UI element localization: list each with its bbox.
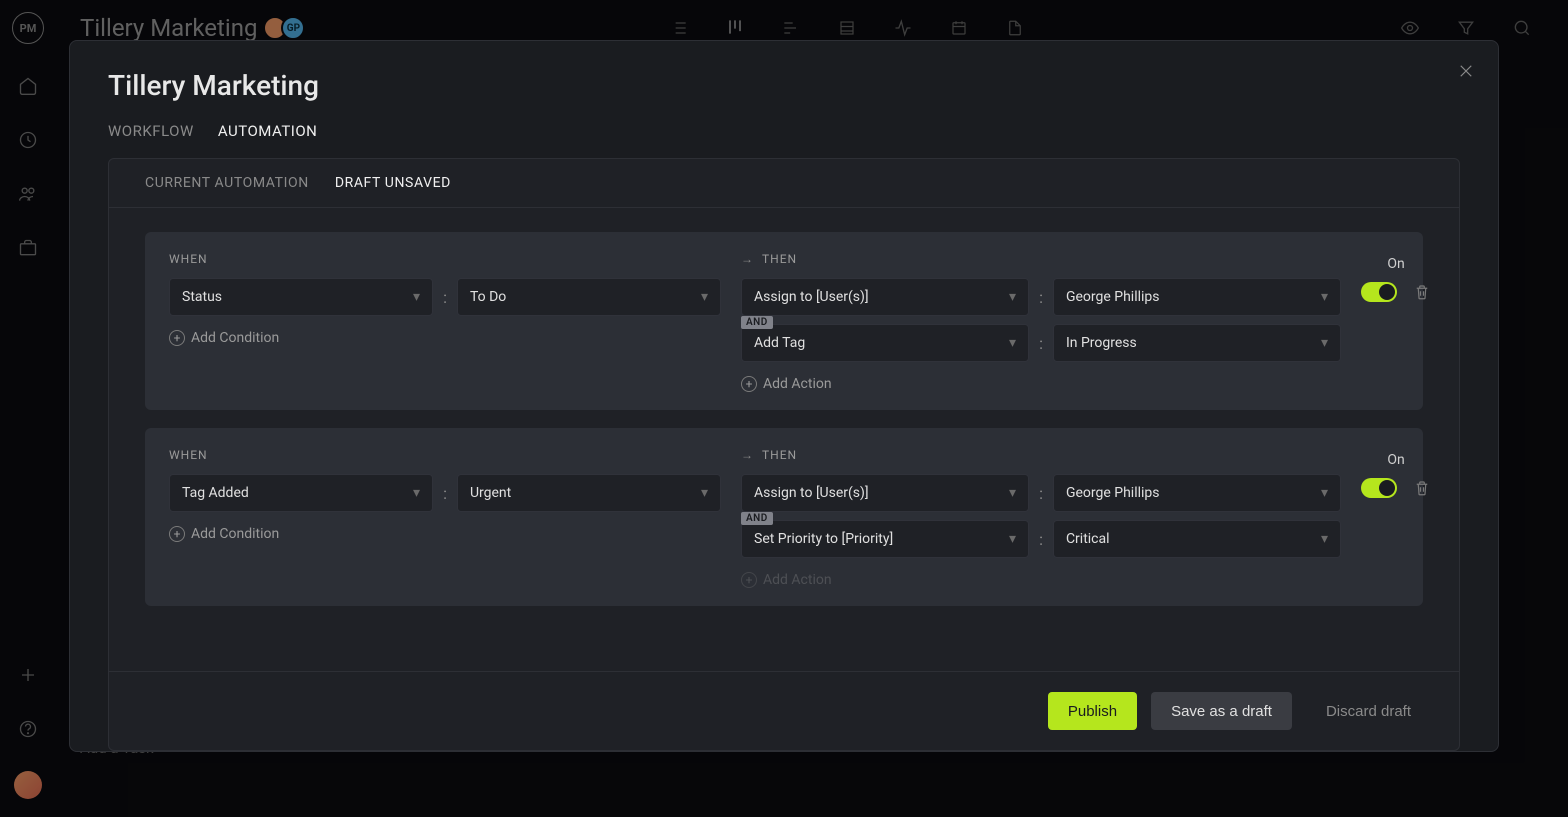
when-label: WHEN <box>169 448 721 462</box>
chevron-down-icon: ▾ <box>1009 485 1016 501</box>
plus-circle-icon: + <box>741 572 757 588</box>
action-value-dropdown[interactable]: George Phillips ▾ <box>1053 278 1341 316</box>
arrow-right-icon: → <box>741 252 754 266</box>
add-condition-button[interactable]: + Add Condition <box>169 330 721 346</box>
when-value-dropdown[interactable]: To Do ▾ <box>457 278 721 316</box>
save-draft-button[interactable]: Save as a draft <box>1151 692 1292 730</box>
close-icon[interactable] <box>1454 59 1478 83</box>
when-label: WHEN <box>169 252 721 266</box>
trash-icon[interactable] <box>1413 478 1431 498</box>
dropdown-value: Urgent <box>470 485 511 501</box>
dropdown-value: George Phillips <box>1066 485 1160 501</box>
automation-rule: WHEN Tag Added ▾ : Urgent ▾ <box>145 428 1423 606</box>
separator: : <box>441 484 449 503</box>
action-value-dropdown[interactable]: Critical ▾ <box>1053 520 1341 558</box>
add-action-button[interactable]: + Add Action <box>741 572 1341 588</box>
dropdown-value: Critical <box>1066 531 1110 547</box>
separator: : <box>1037 484 1045 503</box>
automation-panel: CURRENT AUTOMATION DRAFT UNSAVED WHEN St… <box>108 158 1460 751</box>
then-label: → THEN <box>741 448 1341 462</box>
dropdown-value: George Phillips <box>1066 289 1160 305</box>
dropdown-value: Set Priority to [Priority] <box>754 531 893 547</box>
dropdown-value: To Do <box>470 289 506 305</box>
tab-draft-unsaved[interactable]: DRAFT UNSAVED <box>335 175 451 191</box>
automation-rule: WHEN Status ▾ : To Do ▾ <box>145 232 1423 410</box>
modal-footer: Publish Save as a draft Discard draft <box>109 671 1459 750</box>
chevron-down-icon: ▾ <box>701 289 708 305</box>
chevron-down-icon: ▾ <box>1321 289 1328 305</box>
dropdown-value: Status <box>182 289 222 305</box>
dropdown-value: Tag Added <box>182 485 249 501</box>
toggle-label: On <box>1387 452 1404 468</box>
toggle-label: On <box>1387 256 1404 272</box>
chevron-down-icon: ▾ <box>413 485 420 501</box>
automation-modal: Tillery Marketing WORKFLOW AUTOMATION CU… <box>69 40 1499 752</box>
separator: : <box>441 288 449 307</box>
separator: : <box>1037 334 1045 353</box>
modal-title: Tillery Marketing <box>70 69 1498 102</box>
chevron-down-icon: ▾ <box>1009 335 1016 351</box>
plus-circle-icon: + <box>169 330 185 346</box>
plus-circle-icon: + <box>741 376 757 392</box>
rule-toggle[interactable] <box>1361 478 1397 498</box>
chevron-down-icon: ▾ <box>701 485 708 501</box>
chevron-down-icon: ▾ <box>1009 531 1016 547</box>
action-dropdown[interactable]: Assign to [User(s)] ▾ <box>741 474 1029 512</box>
rule-toggle[interactable] <box>1361 282 1397 302</box>
chevron-down-icon: ▾ <box>1321 335 1328 351</box>
add-condition-label: Add Condition <box>191 526 279 542</box>
trash-icon[interactable] <box>1413 282 1431 302</box>
tab-workflow[interactable]: WORKFLOW <box>108 122 194 140</box>
add-action-label: Add Action <box>763 572 832 588</box>
chevron-down-icon: ▾ <box>1009 289 1016 305</box>
chevron-down-icon: ▾ <box>413 289 420 305</box>
when-field-dropdown[interactable]: Status ▾ <box>169 278 433 316</box>
plus-circle-icon: + <box>169 526 185 542</box>
separator: : <box>1037 530 1045 549</box>
arrow-right-icon: → <box>741 448 754 462</box>
panel-tabs: CURRENT AUTOMATION DRAFT UNSAVED <box>109 159 1459 208</box>
when-value-dropdown[interactable]: Urgent ▾ <box>457 474 721 512</box>
dropdown-value: Assign to [User(s)] <box>754 485 869 501</box>
dropdown-value: Add Tag <box>754 335 805 351</box>
action-dropdown[interactable]: Set Priority to [Priority] ▾ <box>741 520 1029 558</box>
rules-list: WHEN Status ▾ : To Do ▾ <box>109 208 1459 671</box>
add-action-button[interactable]: + Add Action <box>741 376 1341 392</box>
chevron-down-icon: ▾ <box>1321 531 1328 547</box>
tab-automation[interactable]: AUTOMATION <box>218 122 318 140</box>
when-field-dropdown[interactable]: Tag Added ▾ <box>169 474 433 512</box>
dropdown-value: Assign to [User(s)] <box>754 289 869 305</box>
scroll-fade <box>145 623 1423 671</box>
publish-button[interactable]: Publish <box>1048 692 1137 730</box>
modal-overlay: Tillery Marketing WORKFLOW AUTOMATION CU… <box>0 0 1568 817</box>
action-dropdown[interactable]: Assign to [User(s)] ▾ <box>741 278 1029 316</box>
add-condition-label: Add Condition <box>191 330 279 346</box>
add-condition-button[interactable]: + Add Condition <box>169 526 721 542</box>
dropdown-value: In Progress <box>1066 335 1137 351</box>
action-value-dropdown[interactable]: George Phillips ▾ <box>1053 474 1341 512</box>
separator: : <box>1037 288 1045 307</box>
discard-draft-button[interactable]: Discard draft <box>1306 692 1431 730</box>
action-dropdown[interactable]: Add Tag ▾ <box>741 324 1029 362</box>
add-action-label: Add Action <box>763 376 832 392</box>
action-value-dropdown[interactable]: In Progress ▾ <box>1053 324 1341 362</box>
then-label: → THEN <box>741 252 1341 266</box>
tab-current-automation[interactable]: CURRENT AUTOMATION <box>145 175 309 191</box>
chevron-down-icon: ▾ <box>1321 485 1328 501</box>
modal-tabs: WORKFLOW AUTOMATION <box>70 102 1498 158</box>
